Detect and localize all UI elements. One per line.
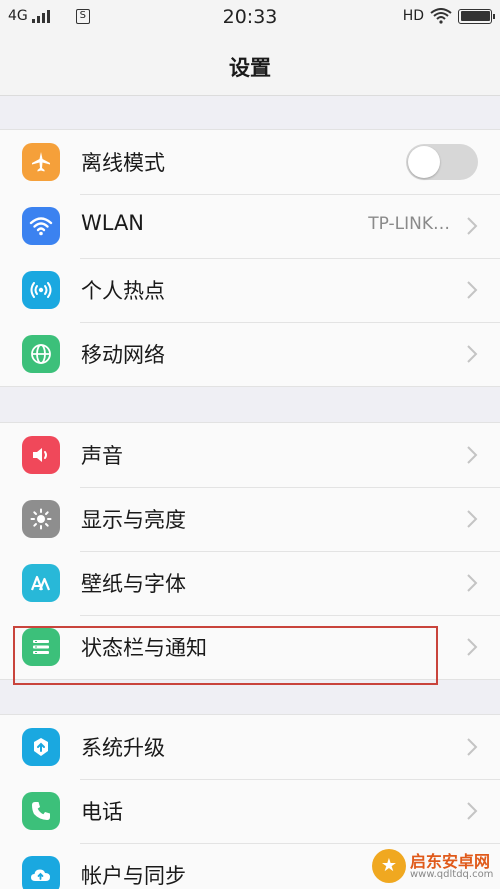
airplane-mode-toggle[interactable] xyxy=(406,144,478,180)
globe-icon xyxy=(22,335,60,373)
chevron-right-icon xyxy=(467,738,478,756)
watermark: ★ 启东安卓网 www.qdltdq.com xyxy=(372,847,494,887)
settings-item-label: WLAN xyxy=(81,211,145,235)
divider xyxy=(80,322,500,323)
settings-item-label: 移动网络 xyxy=(81,343,165,367)
settings-group-display: 声音 显示与亮度 壁纸与字体 状态栏与通知 xyxy=(0,422,500,680)
toggle-knob xyxy=(408,146,440,178)
settings-item-display[interactable]: 显示与亮度 xyxy=(0,487,500,551)
hotspot-icon xyxy=(22,271,60,309)
settings-item-label: 个人热点 xyxy=(81,279,165,303)
settings-item-label: 电话 xyxy=(81,800,123,824)
divider xyxy=(80,487,500,488)
settings-item-label: 离线模式 xyxy=(81,151,165,175)
settings-item-label: 壁纸与字体 xyxy=(81,572,186,596)
divider xyxy=(80,843,500,844)
divider xyxy=(80,615,500,616)
hd-indicator: HD xyxy=(402,8,424,24)
airplane-icon xyxy=(22,143,60,181)
settings-item-statusbar-notifications[interactable]: 状态栏与通知 xyxy=(0,615,500,679)
page-title: 设置 xyxy=(229,56,271,80)
settings-item-label: 帐户与同步 xyxy=(81,864,186,888)
chevron-right-icon xyxy=(467,446,478,464)
settings-item-label: 系统升级 xyxy=(81,736,165,760)
settings-item-label: 声音 xyxy=(81,444,123,468)
chevron-right-icon xyxy=(467,345,478,363)
settings-item-phone[interactable]: 电话 xyxy=(0,779,500,843)
divider xyxy=(80,258,500,259)
wifi-icon xyxy=(22,207,60,245)
cloud-icon xyxy=(22,856,60,889)
chevron-right-icon xyxy=(467,802,478,820)
nav-bar: 设置 xyxy=(0,34,500,96)
wlan-network-name: TP-LINK… xyxy=(368,214,450,234)
divider xyxy=(80,551,500,552)
battery-icon xyxy=(458,8,495,24)
statusbar-icon xyxy=(22,628,60,666)
watermark-url: www.qdltdq.com xyxy=(410,869,494,880)
divider xyxy=(80,194,500,195)
status-bar: 4G S 20:33 HD xyxy=(0,0,500,34)
watermark-logo-icon: ★ xyxy=(372,849,406,883)
settings-item-wallpaper-font[interactable]: 壁纸与字体 xyxy=(0,551,500,615)
settings-item-wlan[interactable]: WLAN TP-LINK… xyxy=(0,194,500,258)
settings-item-airplane-mode[interactable]: 离线模式 xyxy=(0,130,500,194)
upgrade-icon xyxy=(22,728,60,766)
chevron-right-icon xyxy=(467,217,478,235)
settings-item-hotspot[interactable]: 个人热点 xyxy=(0,258,500,322)
settings-item-label: 显示与亮度 xyxy=(81,508,186,532)
settings-item-mobile-network[interactable]: 移动网络 xyxy=(0,322,500,386)
settings-item-label: 状态栏与通知 xyxy=(81,636,207,660)
chevron-right-icon xyxy=(467,574,478,592)
status-right: HD xyxy=(402,8,495,24)
settings-item-system-upgrade[interactable]: 系统升级 xyxy=(0,715,500,779)
divider xyxy=(80,779,500,780)
speaker-icon xyxy=(22,436,60,474)
chevron-right-icon xyxy=(467,638,478,656)
font-icon xyxy=(22,564,60,602)
brightness-icon xyxy=(22,500,60,538)
settings-item-sound[interactable]: 声音 xyxy=(0,423,500,487)
settings-group-network: 离线模式 WLAN TP-LINK… 个人热点 移动网络 xyxy=(0,129,500,387)
wifi-status-icon xyxy=(430,8,452,24)
chevron-right-icon xyxy=(467,281,478,299)
phone-icon xyxy=(22,792,60,830)
chevron-right-icon xyxy=(467,510,478,528)
